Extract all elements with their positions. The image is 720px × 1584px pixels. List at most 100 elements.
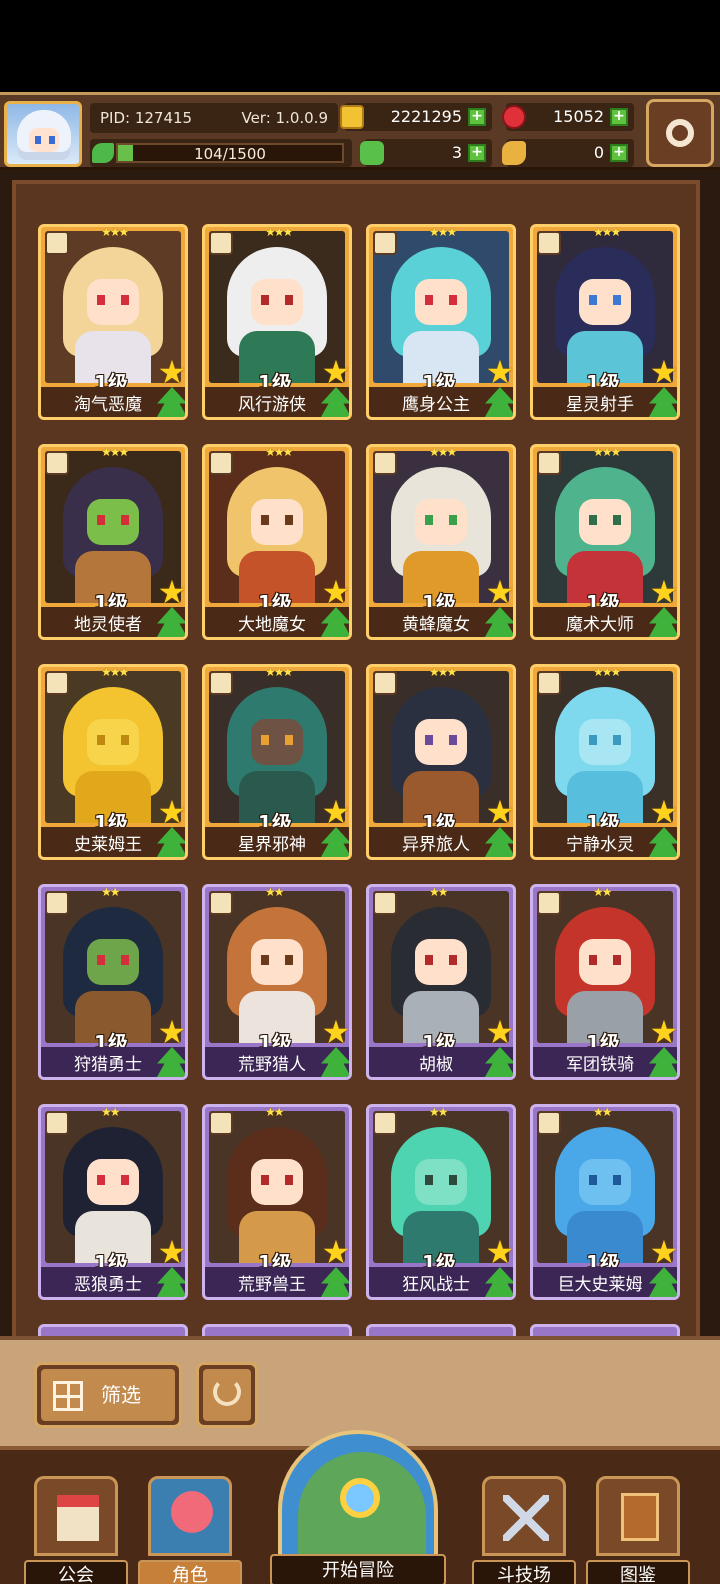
class-icon <box>537 891 561 915</box>
star-upgrade-icon[interactable]: ★ <box>155 795 185 829</box>
guild-tile <box>34 1476 118 1556</box>
character-card[interactable]: ★★ 1级 狂风战士 ★ <box>366 1104 516 1300</box>
portrait-eye <box>261 955 269 965</box>
portrait-eye <box>449 735 457 745</box>
star-upgrade-icon[interactable]: ★ <box>319 795 349 829</box>
character-card[interactable]: ★★ 1级 巨大史莱姆 ★ <box>530 1104 680 1300</box>
star-upgrade-icon[interactable]: ★ <box>155 1015 185 1049</box>
star-upgrade-icon[interactable]: ★ <box>155 1235 185 1269</box>
character-card-partial[interactable] <box>530 1324 680 1336</box>
filter-label: 筛选 <box>101 1383 141 1407</box>
star-upgrade-icon[interactable]: ★ <box>155 575 185 609</box>
character-card-partial[interactable] <box>366 1324 516 1336</box>
star-upgrade-icon[interactable]: ★ <box>319 575 349 609</box>
player-info: PID: 127415 Ver: 1.0.0.9 <box>90 103 338 133</box>
portrait-eye <box>121 735 129 745</box>
rarity-stars: ★★★ <box>101 665 129 679</box>
character-card-partial[interactable] <box>38 1324 188 1336</box>
filter-button[interactable]: 筛选 <box>34 1362 182 1428</box>
character-card[interactable]: ★★★ 1级 史莱姆王 ★ <box>38 664 188 860</box>
class-icon <box>45 671 69 695</box>
player-avatar[interactable] <box>4 101 82 167</box>
class-icon <box>373 451 397 475</box>
nav-guild-label: 公会 <box>24 1560 128 1584</box>
portrait-face <box>579 1159 631 1205</box>
add-coins-button[interactable]: + <box>468 108 486 126</box>
portrait-face <box>251 1159 303 1205</box>
character-name: 荒野兽王 <box>238 1275 306 1295</box>
sort-refresh-button[interactable] <box>196 1362 258 1428</box>
character-card-partial[interactable] <box>202 1324 352 1336</box>
star-upgrade-icon[interactable]: ★ <box>483 1015 513 1049</box>
star-upgrade-icon[interactable]: ★ <box>155 355 185 389</box>
portrait-face <box>251 719 303 765</box>
exp-text: 104/1500 <box>194 145 266 163</box>
character-card[interactable]: ★★★ 1级 淘气恶魔 ★ <box>38 224 188 420</box>
portrait-face <box>87 939 139 985</box>
character-card[interactable]: ★★★ 1级 魔术大师 ★ <box>530 444 680 640</box>
add-gems-button[interactable]: + <box>610 108 628 126</box>
star-upgrade-icon[interactable]: ★ <box>483 575 513 609</box>
portrait-face <box>87 279 139 325</box>
character-name: 星界邪神 <box>238 835 306 855</box>
class-icon <box>373 1111 397 1135</box>
crossed-swords-icon <box>503 1495 549 1541</box>
portrait-face <box>251 279 303 325</box>
character-name: 狩猎勇士 <box>74 1055 142 1075</box>
star-upgrade-icon[interactable]: ★ <box>319 355 349 389</box>
character-card[interactable]: ★★★ 1级 鹰身公主 ★ <box>366 224 516 420</box>
rarity-stars: ★★ <box>429 885 448 899</box>
character-card[interactable]: ★★★ 1级 风行游侠 ★ <box>202 224 352 420</box>
character-list[interactable]: ★★★ 1级 淘气恶魔 ★ ★★★ 1级 风行游侠 ★ ★★★ 1级 鹰身公主 … <box>12 180 700 1336</box>
settings-button[interactable] <box>646 99 714 167</box>
portrait-eye <box>97 515 105 525</box>
character-card[interactable]: ★★★ 1级 地灵使者 ★ <box>38 444 188 640</box>
rarity-stars: ★★★ <box>593 225 621 239</box>
character-card[interactable]: ★★ 1级 恶狼勇士 ★ <box>38 1104 188 1300</box>
characters-tile <box>148 1476 232 1556</box>
nav-codex[interactable]: 图鉴 <box>586 1476 690 1584</box>
star-upgrade-icon[interactable]: ★ <box>647 795 677 829</box>
rarity-stars: ★★ <box>101 885 120 899</box>
book-icon <box>621 1493 659 1541</box>
start-adventure-button[interactable]: 开始冒险 <box>270 1430 446 1584</box>
star-upgrade-icon[interactable]: ★ <box>647 1235 677 1269</box>
character-name: 鹰身公主 <box>402 395 470 415</box>
star-upgrade-icon[interactable]: ★ <box>647 355 677 389</box>
character-card[interactable]: ★★★ 1级 大地魔女 ★ <box>202 444 352 640</box>
star-upgrade-icon[interactable]: ★ <box>483 1235 513 1269</box>
nav-characters[interactable]: 角色 <box>138 1476 242 1584</box>
portrait-face <box>415 1159 467 1205</box>
rarity-stars: ★★★ <box>593 445 621 459</box>
character-card[interactable]: ★★★ 1级 异界旅人 ★ <box>366 664 516 860</box>
character-card[interactable]: ★★★ 1级 黄蜂魔女 ★ <box>366 444 516 640</box>
character-card[interactable]: ★★★ 1级 宁静水灵 ★ <box>530 664 680 860</box>
star-upgrade-icon[interactable]: ★ <box>647 1015 677 1049</box>
add-clovers-button[interactable]: + <box>468 144 486 162</box>
star-upgrade-icon[interactable]: ★ <box>319 1235 349 1269</box>
nav-characters-label: 角色 <box>138 1560 242 1584</box>
class-icon <box>537 1111 561 1135</box>
portrait-eye <box>589 735 597 745</box>
portrait-eye <box>97 735 105 745</box>
rarity-stars: ★★ <box>593 1105 612 1119</box>
star-upgrade-icon[interactable]: ★ <box>647 575 677 609</box>
character-card[interactable]: ★★ 1级 狩猎勇士 ★ <box>38 884 188 1080</box>
star-upgrade-icon[interactable]: ★ <box>483 795 513 829</box>
star-upgrade-icon[interactable]: ★ <box>319 1015 349 1049</box>
character-card[interactable]: ★★★ 1级 星界邪神 ★ <box>202 664 352 860</box>
character-card[interactable]: ★★ 1级 荒野兽王 ★ <box>202 1104 352 1300</box>
star-upgrade-icon[interactable]: ★ <box>483 355 513 389</box>
nav-guild[interactable]: 公会 <box>24 1476 128 1584</box>
character-card[interactable]: ★★★ 1级 星灵射手 ★ <box>530 224 680 420</box>
character-card[interactable]: ★★ 1级 荒野猎人 ★ <box>202 884 352 1080</box>
add-bread-button[interactable]: + <box>610 144 628 162</box>
character-card[interactable]: ★★ 1级 军团铁骑 ★ <box>530 884 680 1080</box>
portrait-face <box>579 279 631 325</box>
nav-arena[interactable]: 斗技场 <box>472 1476 576 1584</box>
portrait-eye <box>261 515 269 525</box>
exp-bar: 104/1500 <box>116 143 344 163</box>
rarity-stars: ★★★ <box>265 445 293 459</box>
character-card[interactable]: ★★ 1级 胡椒 ★ <box>366 884 516 1080</box>
portrait-eye <box>121 955 129 965</box>
